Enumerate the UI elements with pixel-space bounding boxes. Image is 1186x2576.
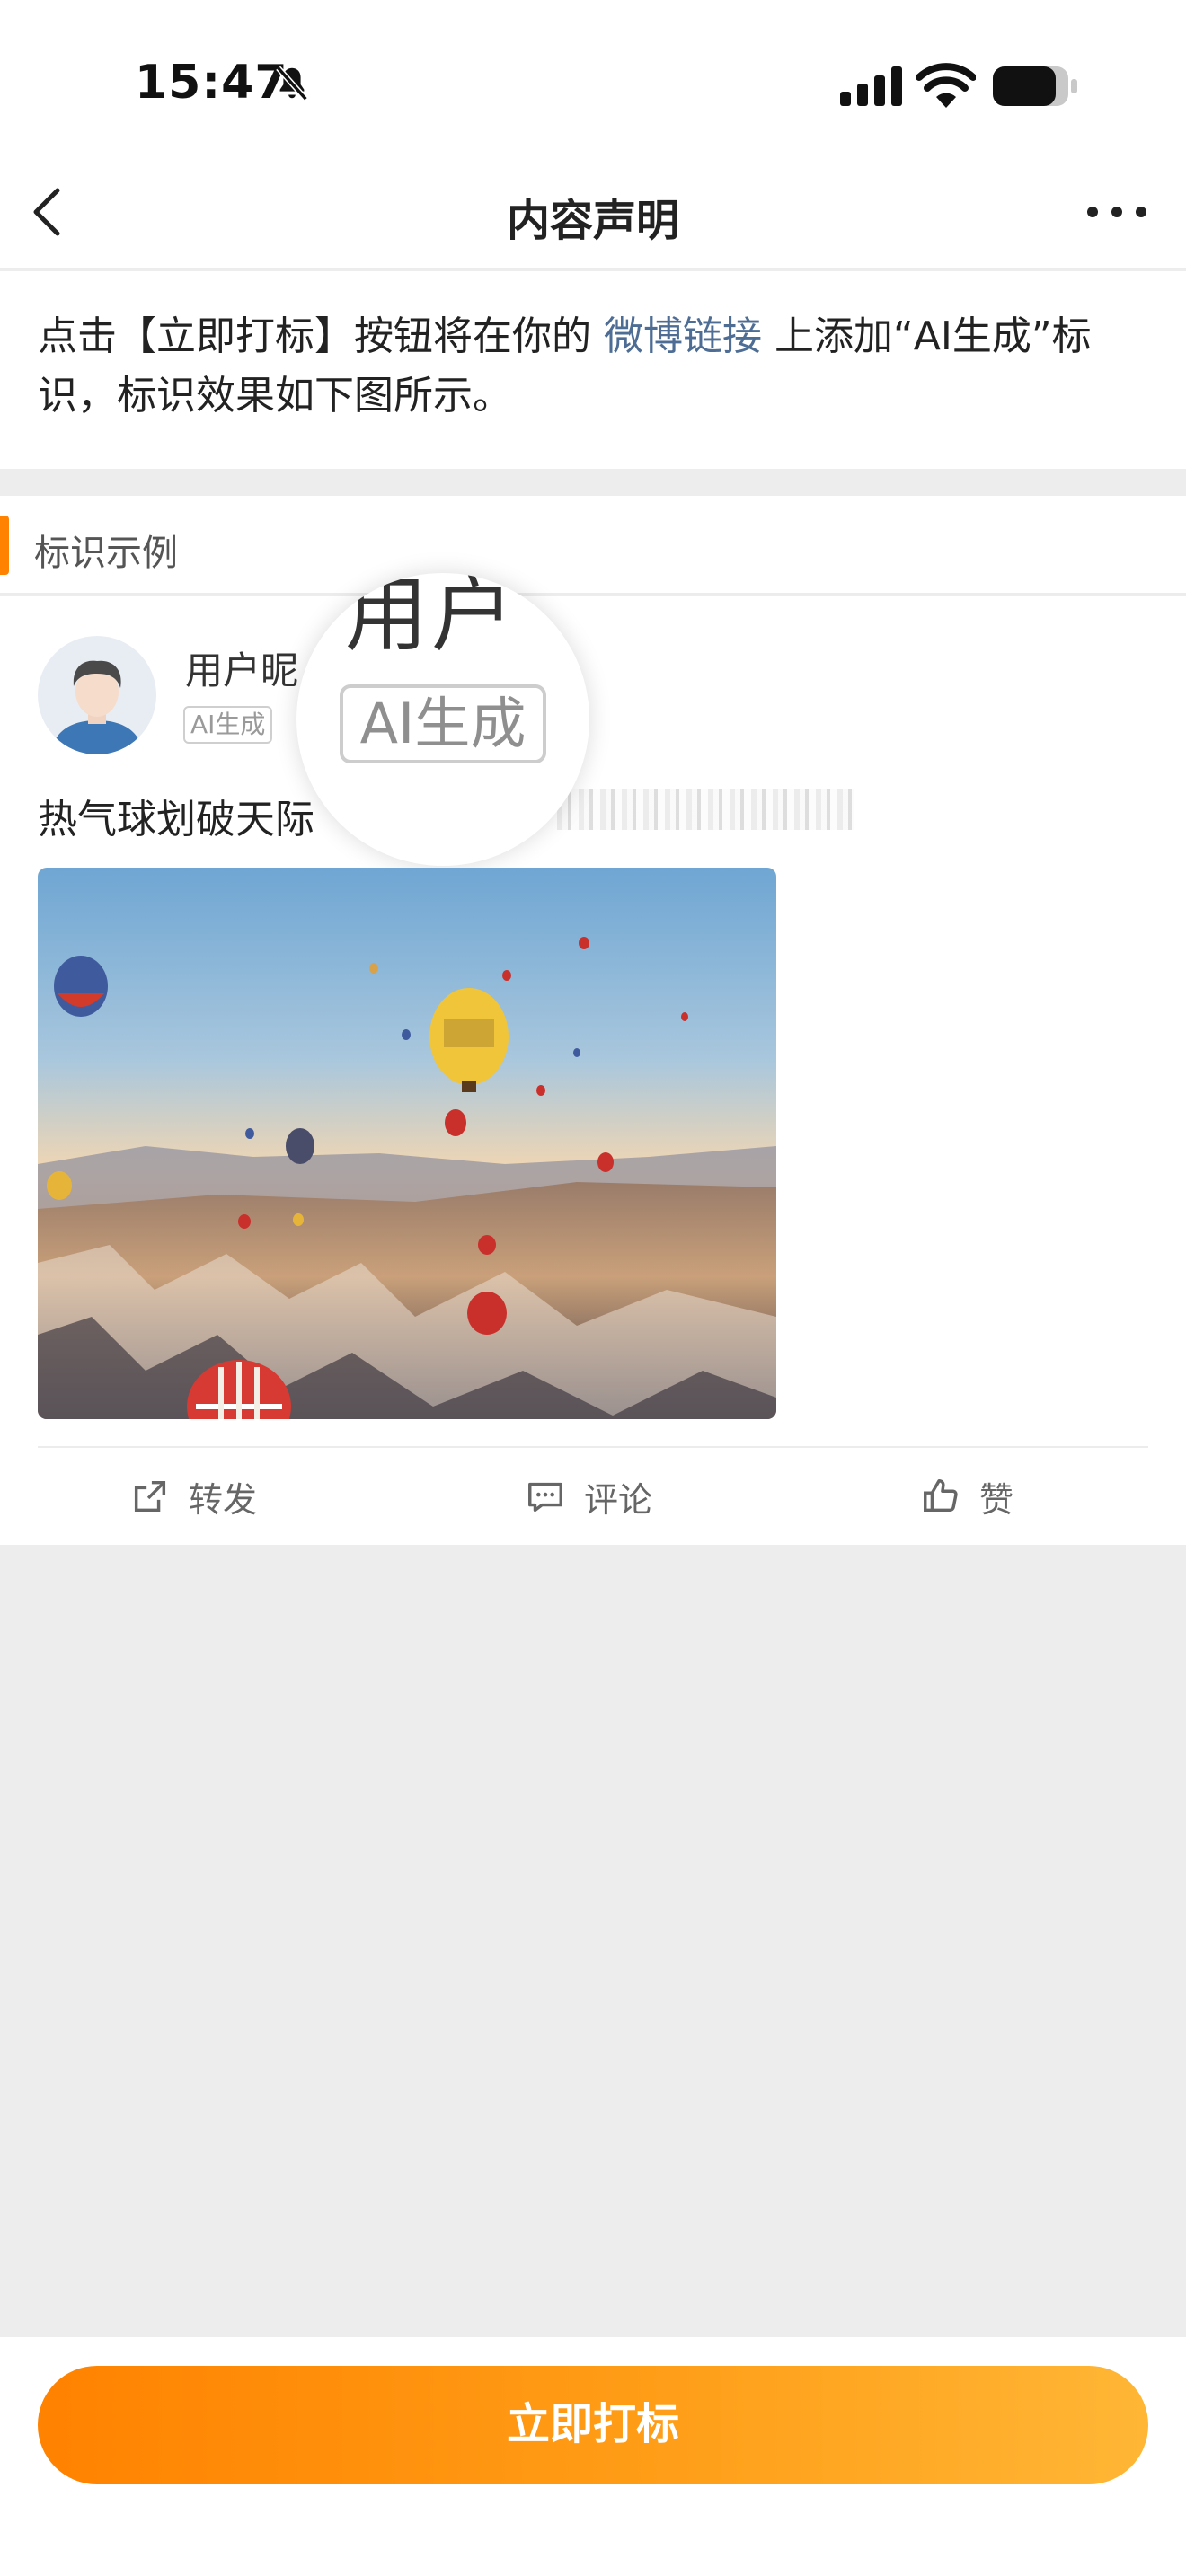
magnified-ai-badge: AI生成 xyxy=(340,684,546,763)
wifi-icon xyxy=(916,63,976,108)
comment-label: 评论 xyxy=(584,1479,653,1520)
avatar xyxy=(38,636,156,754)
description-prefix: 点击【立即打标】按钮将在你的 xyxy=(38,313,591,359)
page-title: 内容声明 xyxy=(506,196,679,246)
blurred-text xyxy=(557,789,854,830)
section-accent-bar xyxy=(0,516,9,575)
comment-icon xyxy=(528,1482,562,1513)
magnifier-lens: 用户 AI生成 xyxy=(296,573,589,866)
card-divider xyxy=(38,1446,1148,1448)
description-text: 点击【立即打标】按钮将在你的 微博链接 上添加“AI生成”标识，标识效果如下图所… xyxy=(38,307,1152,426)
hot-air-balloons-image[interactable] xyxy=(38,868,776,1419)
like-label: 赞 xyxy=(979,1479,1014,1520)
apply-label-button[interactable]: 立即打标 xyxy=(38,2366,1148,2484)
section-header xyxy=(0,496,1186,595)
weibo-link[interactable]: 微博链接 xyxy=(604,313,762,359)
post-nickname: 用户昵 xyxy=(185,648,299,693)
more-horizontal-icon[interactable] xyxy=(1084,194,1150,230)
repost-label: 转发 xyxy=(189,1479,258,1520)
battery-icon xyxy=(993,66,1077,106)
comment-button[interactable]: 评论 xyxy=(525,1469,652,1523)
thumbs-up-icon xyxy=(924,1479,958,1513)
cellular-signal-icon xyxy=(840,66,902,106)
ai-generated-badge: AI生成 xyxy=(183,706,273,744)
like-button[interactable]: 赞 xyxy=(920,1469,1013,1523)
status-time: 15:47 xyxy=(135,56,288,110)
share-icon xyxy=(134,1480,166,1513)
magnifier-nickname: 用户 xyxy=(345,573,518,663)
bell-slash-icon xyxy=(276,66,308,101)
post-text: 热气球划破天际 xyxy=(38,797,314,842)
repost-button[interactable]: 转发 xyxy=(129,1469,257,1523)
section-title: 标识示例 xyxy=(34,533,178,574)
